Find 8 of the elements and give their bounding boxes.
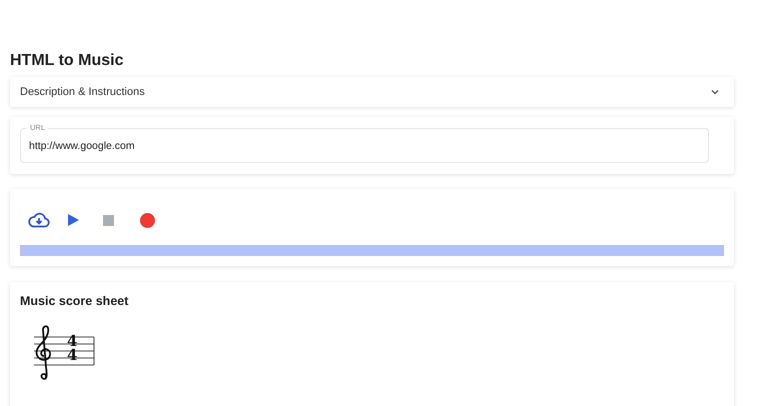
accordion-title: Description & Instructions xyxy=(20,86,145,98)
score-title: Music score sheet xyxy=(20,294,130,308)
cloud-download-icon[interactable] xyxy=(28,212,50,228)
record-icon[interactable] xyxy=(140,212,155,228)
staff-drawing xyxy=(33,324,95,382)
page-title: HTML to Music xyxy=(10,52,124,70)
accordion-panel[interactable]: Description & Instructions xyxy=(10,77,734,107)
play-icon[interactable] xyxy=(68,214,79,226)
